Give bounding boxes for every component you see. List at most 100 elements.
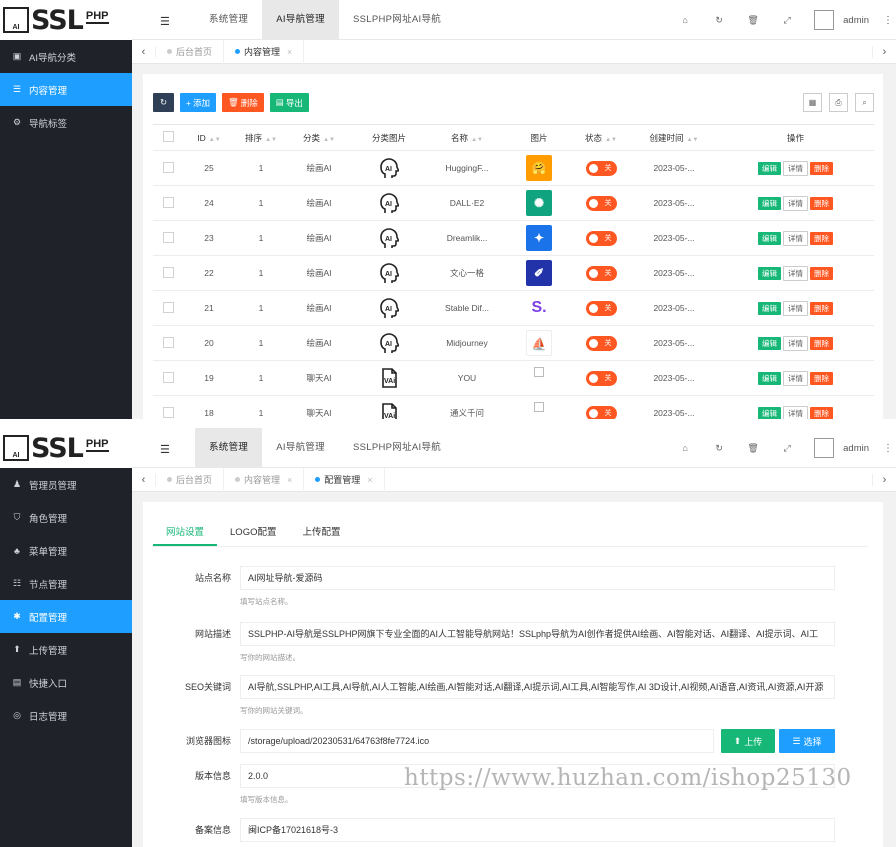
edit-button[interactable]: 编辑 bbox=[758, 161, 781, 175]
trash-icon[interactable]: 🗑 bbox=[736, 15, 770, 26]
trash-icon[interactable]: 🗑 bbox=[736, 443, 770, 454]
top-nav-item-1[interactable]: AI导航管理 bbox=[262, 428, 339, 468]
config-tab-2[interactable]: 上传配置 bbox=[289, 522, 353, 546]
detail-button[interactable]: 详情 bbox=[783, 160, 808, 176]
tabs-next-icon[interactable]: › bbox=[872, 45, 896, 58]
row-checkbox[interactable] bbox=[162, 336, 174, 348]
add-button[interactable]: + 添加 bbox=[180, 93, 216, 112]
more-icon[interactable]: ⋮ bbox=[883, 443, 893, 454]
tab-0[interactable]: 后台首页 bbox=[156, 467, 225, 492]
fullscreen-icon[interactable]: ⤢ bbox=[770, 15, 804, 26]
more-icon[interactable]: ⋮ bbox=[883, 15, 893, 26]
sort-icon[interactable]: ▲▼ bbox=[605, 137, 617, 143]
tab-0[interactable]: 后台首页 bbox=[156, 39, 225, 64]
sort-icon[interactable]: ▲▼ bbox=[323, 137, 335, 143]
detail-button[interactable]: 详情 bbox=[783, 300, 808, 316]
sidebar-item-7[interactable]: ◎ 日志管理 bbox=[0, 699, 132, 732]
sidebar-item-0[interactable]: ▣ AI导航分类 bbox=[0, 40, 132, 73]
remove-button[interactable]: 删除 bbox=[810, 336, 833, 350]
delete-button[interactable]: 🗑 删除 bbox=[221, 93, 264, 112]
sidebar-item-1[interactable]: ⛉ 角色管理 bbox=[0, 501, 132, 534]
fullscreen-icon[interactable]: ⤢ bbox=[770, 443, 804, 454]
top-nav-item-2[interactable]: SSLPHP网址AI导航 bbox=[339, 0, 455, 40]
top-nav-item-0[interactable]: 系统管理 bbox=[195, 0, 262, 40]
detail-button[interactable]: 详情 bbox=[783, 405, 808, 419]
close-icon[interactable]: × bbox=[287, 47, 292, 57]
username[interactable]: admin bbox=[843, 443, 869, 454]
sort-icon[interactable]: ▲▼ bbox=[265, 137, 277, 143]
upload-button[interactable]: ⬆ 上传 bbox=[721, 729, 775, 753]
status-switch[interactable]: 关 bbox=[585, 335, 617, 351]
remove-button[interactable]: 删除 bbox=[810, 196, 833, 210]
edit-button[interactable]: 编辑 bbox=[758, 406, 781, 419]
status-switch[interactable]: 关 bbox=[585, 195, 617, 211]
edit-button[interactable]: 编辑 bbox=[758, 266, 781, 280]
status-switch[interactable]: 关 bbox=[585, 370, 617, 386]
top-nav-item-2[interactable]: SSLPHP网址AI导航 bbox=[339, 428, 455, 468]
remove-button[interactable]: 删除 bbox=[810, 161, 833, 175]
close-icon[interactable]: × bbox=[367, 475, 372, 485]
remove-button[interactable]: 删除 bbox=[810, 371, 833, 385]
sidebar-item-6[interactable]: ▤ 快捷入口 bbox=[0, 666, 132, 699]
row-checkbox[interactable] bbox=[162, 301, 174, 313]
row-checkbox[interactable] bbox=[162, 371, 174, 383]
status-switch[interactable]: 关 bbox=[585, 405, 617, 419]
menu-toggle-icon[interactable]: ☰ bbox=[160, 443, 170, 456]
row-checkbox[interactable] bbox=[162, 266, 174, 278]
row-checkbox[interactable] bbox=[162, 231, 174, 243]
logo[interactable]: AI SSL PHP bbox=[0, 0, 132, 40]
sidebar-item-5[interactable]: ⬆ 上传管理 bbox=[0, 633, 132, 666]
choose-button[interactable]: ☰ 选择 bbox=[779, 729, 835, 753]
edit-button[interactable]: 编辑 bbox=[758, 371, 781, 385]
detail-button[interactable]: 详情 bbox=[783, 195, 808, 211]
field-input[interactable]: /storage/upload/20230531/64763f8fe7724.i… bbox=[240, 729, 714, 753]
config-tab-0[interactable]: 网站设置 bbox=[153, 522, 218, 546]
menu-toggle-icon[interactable]: ☰ bbox=[160, 15, 170, 28]
search-icon[interactable]: ⌕ bbox=[855, 93, 874, 112]
edit-button[interactable]: 编辑 bbox=[758, 301, 781, 315]
field-input[interactable]: AI网址导航-爱源码 bbox=[240, 566, 835, 590]
tab-2[interactable]: 配置管理 × bbox=[304, 467, 385, 492]
top-nav-item-0[interactable]: 系统管理 bbox=[195, 428, 263, 468]
avatar[interactable] bbox=[814, 10, 835, 30]
status-switch[interactable]: 关 bbox=[585, 300, 617, 316]
tabs-next-icon[interactable]: › bbox=[872, 473, 896, 486]
close-icon[interactable]: × bbox=[287, 475, 292, 485]
tabs-prev-icon[interactable]: ‹ bbox=[132, 473, 156, 486]
logo[interactable]: AI SSL PHP bbox=[0, 428, 132, 468]
edit-button[interactable]: 编辑 bbox=[758, 196, 781, 210]
sidebar-item-3[interactable]: ☷ 节点管理 bbox=[0, 567, 132, 600]
row-checkbox[interactable] bbox=[162, 161, 174, 173]
remove-button[interactable]: 删除 bbox=[810, 406, 833, 419]
row-checkbox[interactable] bbox=[162, 406, 174, 418]
sort-icon[interactable]: ▲▼ bbox=[471, 137, 483, 143]
detail-button[interactable]: 详情 bbox=[783, 335, 808, 351]
refresh-icon[interactable]: ↻ bbox=[702, 443, 736, 454]
refresh-icon[interactable]: ↻ bbox=[702, 15, 736, 26]
tab-1[interactable]: 内容管理 × bbox=[224, 467, 305, 492]
tab-1[interactable]: 内容管理 × bbox=[224, 39, 305, 64]
select-all-checkbox[interactable] bbox=[162, 131, 174, 142]
sidebar-item-1[interactable]: ☰ 内容管理 bbox=[0, 73, 132, 106]
remove-button[interactable]: 删除 bbox=[810, 266, 833, 280]
sidebar-item-2[interactable]: ⚙ 导航标签 bbox=[0, 106, 132, 139]
export-button[interactable]: ▤ 导出 bbox=[269, 93, 309, 112]
config-tab-1[interactable]: LOGO配置 bbox=[217, 522, 289, 546]
sort-icon[interactable]: ▲▼ bbox=[687, 137, 699, 143]
detail-button[interactable]: 详情 bbox=[783, 230, 808, 246]
status-switch[interactable]: 关 bbox=[585, 160, 617, 176]
status-switch[interactable]: 关 bbox=[585, 265, 617, 281]
top-nav-item-1[interactable]: AI导航管理 bbox=[262, 0, 339, 40]
tabs-prev-icon[interactable]: ‹ bbox=[132, 45, 156, 58]
columns-icon[interactable]: ▦ bbox=[803, 93, 822, 112]
field-input[interactable]: AI导航,SSLPHP,AI工具,AI导航,AI人工智能,AI绘画,AI智能对话… bbox=[240, 675, 835, 699]
reload-button[interactable]: ↻ bbox=[153, 93, 174, 112]
edit-button[interactable]: 编辑 bbox=[758, 336, 781, 350]
print-icon[interactable]: ⎙ bbox=[829, 93, 848, 112]
username[interactable]: admin bbox=[843, 15, 869, 26]
home-icon[interactable]: ⌂ bbox=[668, 15, 702, 25]
remove-button[interactable]: 删除 bbox=[810, 231, 833, 245]
sort-icon[interactable]: ▲▼ bbox=[209, 137, 221, 143]
avatar[interactable] bbox=[814, 438, 835, 458]
field-input[interactable]: SSLPHP-AI导航是SSLPHP网旗下专业全面的AI人工智能导航网站！SSL… bbox=[240, 622, 835, 646]
